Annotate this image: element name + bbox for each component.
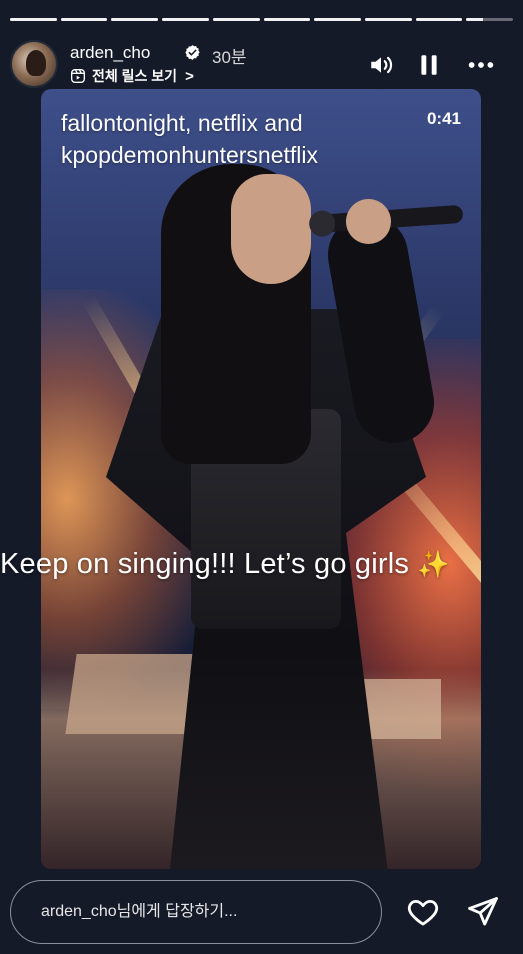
video-overlay-credit: fallontonight, netflix and kpopdemonhunt… — [61, 107, 318, 171]
pause-icon — [421, 55, 437, 75]
chevron-right-icon: > — [185, 67, 194, 85]
username[interactable]: arden_cho — [70, 43, 150, 63]
progress-fill — [212, 18, 260, 21]
timestamp: 30분 — [212, 48, 247, 67]
progress-segment — [415, 18, 463, 21]
progress-segment — [314, 18, 361, 21]
progress-fill — [162, 18, 209, 21]
progress-segment — [212, 18, 260, 21]
speaker-icon — [371, 56, 393, 74]
view-all-reels-link[interactable]: 전체 릴스 보기 > — [70, 66, 194, 86]
progress-fill — [314, 18, 361, 21]
avatar[interactable] — [10, 40, 58, 88]
overlay-line: kpopdemonhuntersnetflix — [61, 142, 318, 168]
progress-fill — [415, 18, 463, 21]
story-caption: Keep on singing!!! Let’s go girls ✨ — [0, 548, 523, 581]
more-dots-icon — [468, 62, 494, 68]
heart-icon — [407, 899, 439, 926]
progress-segment — [60, 18, 108, 21]
verified-badge-icon — [185, 45, 200, 60]
progress-fill — [60, 18, 108, 21]
story-header: arden_cho 30분 전체 릴스 보기 > — [10, 40, 513, 90]
view-all-reels-label: 전체 릴스 보기 — [92, 68, 178, 84]
sound-toggle-button[interactable] — [366, 50, 396, 80]
send-button[interactable] — [465, 894, 501, 930]
progress-fill — [466, 18, 483, 21]
story-media[interactable]: fallontonight, netflix and kpopdemonhunt… — [41, 89, 481, 869]
more-options-button[interactable] — [466, 50, 496, 80]
progress-fill — [263, 18, 311, 21]
progress-fill — [111, 18, 159, 21]
progress-fill — [10, 18, 57, 21]
progress-segment — [162, 18, 209, 21]
pause-button[interactable] — [414, 50, 444, 80]
progress-segment — [364, 18, 412, 21]
progress-segment — [263, 18, 311, 21]
progress-segment — [466, 18, 514, 21]
singer-face — [231, 174, 311, 284]
singer-hand — [346, 199, 391, 244]
progress-segment — [111, 18, 159, 21]
progress-segment — [10, 18, 57, 21]
send-icon — [468, 897, 498, 926]
like-button[interactable] — [405, 894, 441, 930]
progress-fill — [364, 18, 412, 21]
reply-input[interactable] — [41, 903, 341, 921]
reply-field[interactable] — [10, 880, 382, 944]
story-progress — [10, 18, 514, 21]
overlay-line: fallontonight, netflix and — [61, 110, 303, 136]
caption-text: Keep on singing!!! Let’s go girls — [0, 548, 410, 580]
reels-icon — [71, 69, 85, 83]
video-duration: 0:41 — [426, 109, 461, 128]
sparkles-icon: ✨ — [417, 549, 450, 579]
